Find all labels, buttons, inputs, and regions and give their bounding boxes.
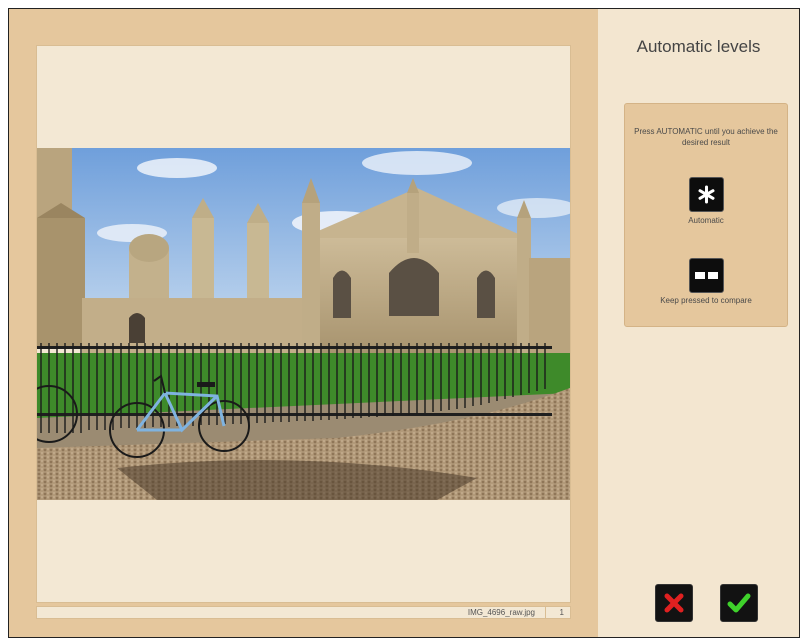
cancel-button[interactable] <box>655 584 693 622</box>
image-viewer-panel: IMG_4696_raw.jpg 1 <box>9 9 598 637</box>
tool-options-box: Press AUTOMATIC until you achieve the de… <box>624 103 788 327</box>
status-divider <box>545 607 546 618</box>
compare-icon <box>695 272 718 279</box>
asterisk-icon <box>698 185 715 204</box>
status-bar: IMG_4696_raw.jpg 1 <box>36 606 571 619</box>
instructions-text: Press AUTOMATIC until you achieve the de… <box>634 127 778 147</box>
photo-preview <box>37 148 570 500</box>
filename-label: IMG_4696_raw.jpg <box>467 608 535 617</box>
automatic-label: Automatic <box>688 216 724 225</box>
x-icon <box>664 593 684 613</box>
app-window: IMG_4696_raw.jpg 1 Automatic levels Pres… <box>8 8 800 638</box>
image-canvas <box>36 45 571 603</box>
checkmark-icon <box>727 593 751 613</box>
confirm-button[interactable] <box>720 584 758 622</box>
automatic-button[interactable] <box>689 177 724 212</box>
page-number: 1 <box>559 608 564 617</box>
panel-title: Automatic levels <box>636 37 761 56</box>
compare-label: Keep pressed to compare <box>660 296 752 305</box>
compare-button[interactable] <box>689 258 724 293</box>
tool-panel: Automatic levels Press AUTOMATIC until y… <box>598 9 799 637</box>
